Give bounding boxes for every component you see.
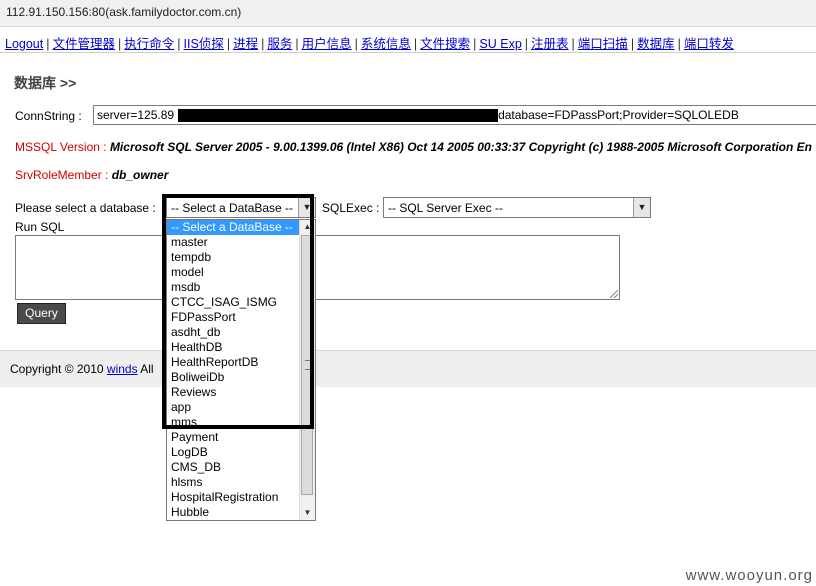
run-sql-textarea[interactable] [15, 235, 620, 300]
dropdown-option[interactable]: -- Select a DataBase -- [167, 220, 315, 235]
db-select-label: Please select a database : [15, 201, 156, 215]
mssql-version-value: Microsoft SQL Server 2005 - 9.00.1399.06… [109, 140, 812, 154]
dropdown-option[interactable]: HealthDB [167, 340, 315, 355]
nav-separator: | [524, 37, 529, 51]
nav-separator: | [571, 37, 575, 51]
database-select-value: -- Select a DataBase -- [171, 201, 294, 215]
dropdown-option[interactable]: Reviews [167, 385, 315, 400]
dropdown-option[interactable]: CTCC_ISAG_ISMG [167, 295, 315, 310]
sqlexec-select-value: -- SQL Server Exec -- [388, 201, 503, 215]
nav-separator: | [46, 37, 50, 51]
watermark: www.wooyun.org [685, 567, 813, 584]
dropdown-scrollbar[interactable]: ▲ ▼ [299, 220, 315, 520]
scroll-up-icon[interactable]: ▲ [300, 220, 315, 234]
nav-separator: | [177, 37, 181, 51]
nav-link-13[interactable]: 端口转发 [684, 37, 734, 51]
nav-separator: | [354, 37, 358, 51]
nav-separator: | [261, 37, 265, 51]
thumb-grip-icon [305, 360, 310, 370]
connstring-input[interactable]: server=125.89 database=FDPassPort;Provide… [93, 105, 816, 125]
dropdown-option[interactable]: LogDB [167, 445, 315, 460]
connstring-label: ConnString : [15, 109, 82, 123]
role-row: SrvRoleMember : db_owner [15, 168, 168, 182]
window-title-bar: 112.91.150.156:80(ask.familydoctor.com.c… [0, 0, 816, 27]
footer-author-link[interactable]: winds [107, 362, 138, 376]
footer-prefix: Copyright © 2010 [10, 362, 104, 376]
nav-link-6[interactable]: 用户信息 [302, 37, 352, 51]
sqlexec-label: SQLExec : [322, 201, 380, 215]
scrollbar-thumb[interactable] [301, 235, 313, 495]
dropdown-option[interactable]: Hubble [167, 505, 315, 520]
nav-link-3[interactable]: IIS侦探 [184, 37, 224, 51]
nav-link-10[interactable]: 注册表 [531, 37, 569, 51]
dropdown-option[interactable]: msdb [167, 280, 315, 295]
sqlexec-select[interactable]: -- SQL Server Exec -- ▼ [383, 197, 651, 218]
run-sql-label: Run SQL [15, 220, 65, 234]
nav-separator: | [473, 37, 477, 51]
dropdown-option[interactable]: HealthReportDB [167, 355, 315, 370]
redaction-bar [178, 109, 498, 122]
footer-suffix: All [140, 362, 154, 376]
nav-separator: | [226, 37, 231, 51]
nav-link-8[interactable]: 文件搜索 [420, 37, 470, 51]
nav-separator: | [630, 37, 635, 51]
query-button[interactable]: Query [17, 303, 66, 324]
scroll-down-icon[interactable]: ▼ [300, 506, 315, 520]
nav-link-2[interactable]: 执行命令 [124, 37, 174, 51]
dropdown-option[interactable]: app [167, 400, 315, 415]
connstring-value-suffix: database=FDPassPort;Provider=SQLOLEDB [498, 108, 739, 122]
resize-grip-icon[interactable] [610, 290, 618, 298]
dropdown-option[interactable]: asdht_db [167, 325, 315, 340]
role-label: SrvRoleMember : [15, 168, 109, 182]
dropdown-option[interactable]: hlsms [167, 475, 315, 490]
dropdown-option[interactable]: master [167, 235, 315, 250]
dropdown-options: -- Select a DataBase -- master tempdb model… [167, 220, 315, 520]
dropdown-option[interactable]: HospitalRegistration [167, 490, 315, 505]
dropdown-option[interactable]: Payment [167, 430, 315, 445]
dropdown-option[interactable]: model [167, 265, 315, 280]
chevron-down-icon[interactable]: ▼ [633, 198, 650, 217]
nav-link-11[interactable]: 端口扫描 [578, 37, 628, 51]
dropdown-option[interactable]: FDPassPort [167, 310, 315, 325]
chevron-down-icon[interactable]: ▼ [298, 198, 315, 217]
nav-link-1[interactable]: 文件管理器 [52, 37, 115, 51]
nav-separator: | [118, 37, 122, 51]
nav-separator: | [295, 37, 299, 51]
role-value: db_owner [111, 168, 169, 182]
dropdown-option[interactable]: tempdb [167, 250, 315, 265]
nav-link-0[interactable]: Logout [5, 37, 43, 51]
mssql-version-label: MSSQL Version : [15, 140, 107, 154]
dropdown-option[interactable]: BoliweiDb [167, 370, 315, 385]
nav-link-5[interactable]: 服务 [267, 37, 292, 51]
nav-links: Logout | 文件管理器 | 执行命令 | IIS侦探 | 进程 | 服务 | 用户信息 | 系统信息 |… [5, 33, 734, 52]
footer: Copyright © 2010 winds All [0, 350, 816, 387]
nav-separator: | [413, 37, 418, 51]
nav-bar: Logout | 文件管理器 | 执行命令 | IIS侦探 | 进程 | 服务 | 用户信息 | 系统信息 |… [0, 28, 816, 53]
connstring-value-prefix: server=125.89 [97, 108, 175, 122]
database-dropdown-list[interactable]: -- Select a DataBase -- master tempdb model… [166, 219, 316, 521]
window-title: 112.91.150.156:80(ask.familydoctor.com.c… [6, 5, 242, 19]
database-select[interactable]: -- Select a DataBase -- ▼ [166, 197, 316, 218]
page-title: 数据库 >> [14, 75, 77, 91]
footer-text: Copyright © 2010 winds All [10, 362, 154, 376]
nav-link-12[interactable]: 数据库 [637, 37, 675, 51]
dropdown-option[interactable]: mms [167, 415, 315, 430]
nav-separator: | [677, 37, 681, 51]
nav-link-7[interactable]: 系统信息 [361, 37, 411, 51]
mssql-version-row: MSSQL Version : Microsoft SQL Server 200… [15, 140, 816, 154]
nav-link-9[interactable]: SU Exp [479, 37, 521, 51]
nav-link-4[interactable]: 进程 [233, 37, 258, 51]
dropdown-option[interactable]: CMS_DB [167, 460, 315, 475]
